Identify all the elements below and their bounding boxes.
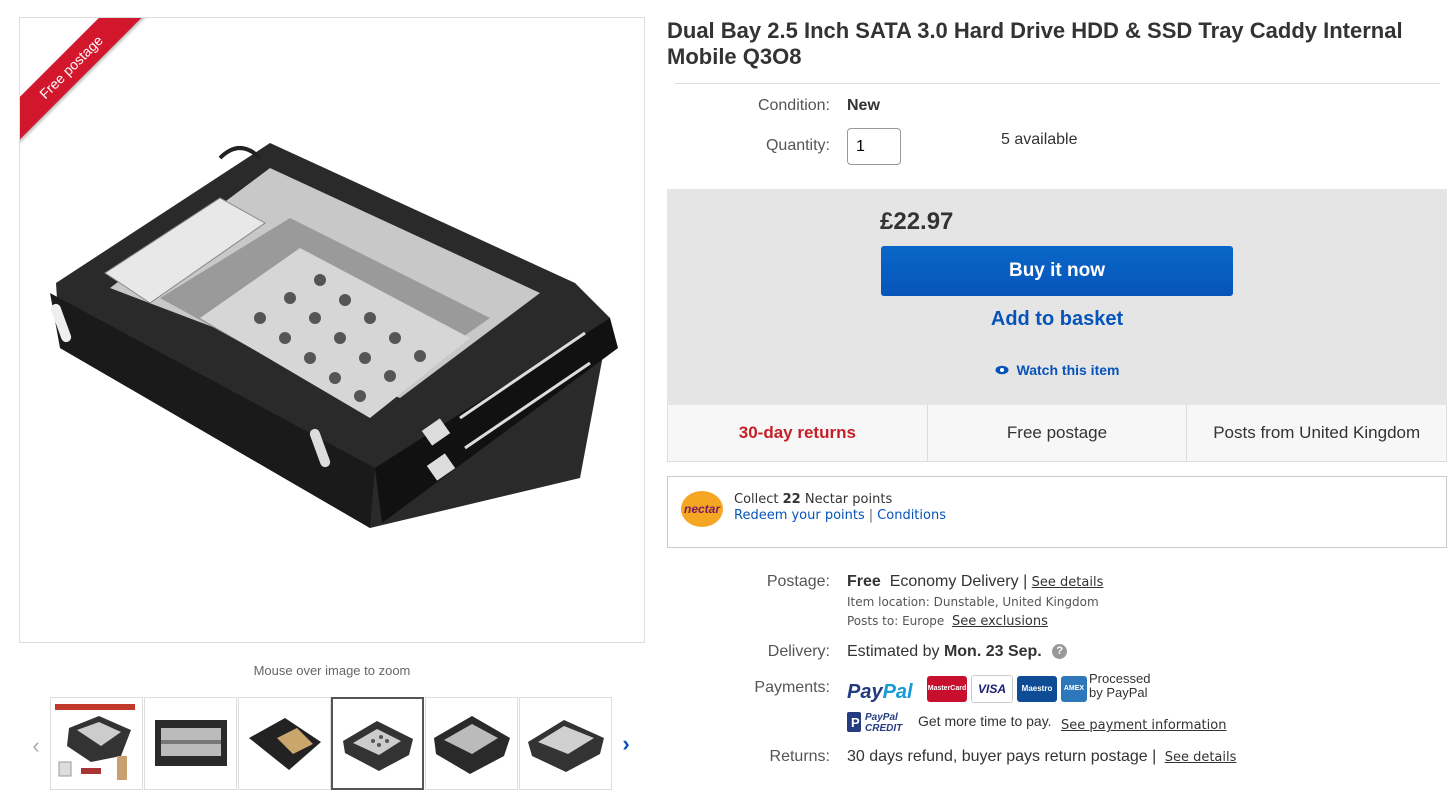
maestro-icon: Maestro bbox=[1017, 676, 1057, 702]
processed-line2: by PayPal bbox=[1089, 685, 1148, 700]
card-logos: MasterCard VISA Maestro AMEX bbox=[927, 675, 1091, 703]
watch-item-link[interactable]: Watch this item bbox=[881, 362, 1233, 378]
product-title: Dual Bay 2.5 Inch SATA 3.0 Hard Drive HD… bbox=[667, 18, 1403, 69]
returns-see-details-link[interactable]: See details bbox=[1165, 750, 1237, 765]
postage-label: Postage: bbox=[766, 573, 830, 590]
delivery-date: Mon. 23 Sep. bbox=[943, 643, 1042, 660]
paypal-logo-pay: Pay bbox=[847, 681, 883, 703]
paypal-credit-label: CREDIT bbox=[865, 723, 903, 734]
zoom-hint: Mouse over image to zoom bbox=[253, 663, 411, 678]
processed-line1: Processed bbox=[1089, 671, 1151, 686]
free-postage-ribbon: Free postage bbox=[20, 18, 164, 160]
feature-free-postage: Free postage bbox=[928, 405, 1188, 461]
paypal-credit-logo: P PayPal CREDIT bbox=[847, 710, 909, 739]
delivery-label: Delivery: bbox=[767, 643, 830, 660]
nectar-logo: nectar bbox=[681, 491, 723, 527]
available-count: 5 available bbox=[1001, 131, 1078, 148]
nectar-links: Redeem your points | Conditions bbox=[734, 508, 946, 523]
amex-icon: AMEX bbox=[1061, 676, 1087, 702]
thumbnail-6[interactable] bbox=[519, 697, 612, 790]
title-divider bbox=[675, 83, 1440, 84]
item-location: Dunstable, United Kingdom bbox=[933, 595, 1099, 609]
quantity-input[interactable] bbox=[847, 128, 901, 165]
main-product-image[interactable]: Free postage bbox=[19, 17, 645, 643]
quantity-label: Quantity: bbox=[765, 137, 830, 154]
item-location-line: Item location: Dunstable, United Kingdom bbox=[847, 595, 1099, 609]
more-time-text: Get more time to pay. bbox=[918, 713, 1052, 729]
nectar-box: nectar Collect 22 Nectar points Redeem y… bbox=[667, 476, 1447, 548]
thumbnail-4[interactable] bbox=[331, 697, 424, 790]
ribbon-label: Free postage bbox=[20, 18, 156, 152]
condition-label: Condition: bbox=[757, 97, 830, 114]
thumbnail-image bbox=[55, 704, 135, 780]
paypal-logo: PayPal bbox=[847, 681, 913, 704]
condition-value: New bbox=[847, 97, 880, 114]
feature-strip: 30-day returns Free postage Posts from U… bbox=[667, 405, 1447, 462]
watch-item-label: Watch this item bbox=[1016, 362, 1120, 378]
nectar-points: 22 bbox=[782, 492, 801, 507]
item-location-label: Item location: bbox=[847, 595, 930, 609]
nectar-conditions-link[interactable]: Conditions bbox=[877, 508, 946, 523]
nectar-collect-prefix: Collect bbox=[734, 492, 779, 507]
postage-line: Free Economy Delivery | See details bbox=[847, 573, 1103, 591]
see-payment-info-link[interactable]: See payment information bbox=[1061, 718, 1226, 733]
mastercard-icon: MasterCard bbox=[927, 676, 967, 702]
thumbnail-5[interactable] bbox=[425, 697, 518, 790]
postage-see-details-link[interactable]: See details bbox=[1032, 575, 1104, 590]
thumbnail-3[interactable] bbox=[238, 697, 331, 790]
returns-text: 30 days refund, buyer pays return postag… bbox=[847, 748, 1157, 765]
posts-to-value: Europe bbox=[902, 614, 945, 628]
delivery-prefix: Estimated by bbox=[847, 643, 940, 660]
processed-by-paypal: Processed by PayPal bbox=[1089, 672, 1150, 700]
see-exclusions-link[interactable]: See exclusions bbox=[952, 614, 1048, 629]
add-to-basket-link[interactable]: Add to basket bbox=[881, 308, 1233, 331]
paypal-logo-pal: Pal bbox=[882, 681, 913, 703]
returns-label: Returns: bbox=[769, 748, 830, 765]
posts-to-line: Posts to: Europe See exclusions bbox=[847, 614, 1048, 629]
thumbnail-next-icon[interactable]: › bbox=[619, 731, 633, 757]
thumbnail-prev-icon[interactable]: ‹ bbox=[29, 733, 43, 759]
svg-text:P: P bbox=[851, 715, 860, 730]
thumbnail-image bbox=[434, 716, 510, 774]
posts-to-label: Posts to: bbox=[847, 614, 899, 628]
help-icon[interactable]: ? bbox=[1052, 644, 1068, 660]
buy-it-now-button[interactable]: Buy it now bbox=[881, 246, 1233, 296]
nectar-separator: | bbox=[868, 508, 874, 523]
thumbnail-image bbox=[343, 721, 413, 771]
price: £22.97 bbox=[880, 208, 954, 235]
feature-returns: 30-day returns bbox=[668, 405, 928, 461]
payments-label: Payments: bbox=[754, 679, 830, 696]
redeem-points-link[interactable]: Redeem your points bbox=[734, 508, 865, 523]
returns-line: 30 days refund, buyer pays return postag… bbox=[847, 748, 1236, 766]
thumbnail-image bbox=[249, 718, 321, 770]
eye-icon bbox=[995, 362, 1009, 378]
thumbnail-1[interactable] bbox=[50, 697, 143, 790]
feature-posts-from: Posts from United Kingdom bbox=[1213, 423, 1421, 442]
paypal-credit-word: PayPal bbox=[865, 712, 898, 723]
visa-icon: VISA bbox=[971, 675, 1013, 703]
thumbnail-2[interactable] bbox=[144, 697, 237, 790]
nectar-collect-suffix: Nectar points bbox=[804, 492, 893, 507]
thumbnail-image bbox=[155, 720, 227, 766]
postage-service: Economy Delivery | bbox=[889, 573, 1028, 590]
nectar-collect-text: Collect 22 Nectar points bbox=[734, 492, 892, 507]
thumbnail-image bbox=[528, 720, 604, 772]
delivery-line: Estimated by Mon. 23 Sep. ? bbox=[847, 643, 1068, 661]
postage-free: Free bbox=[847, 573, 881, 590]
